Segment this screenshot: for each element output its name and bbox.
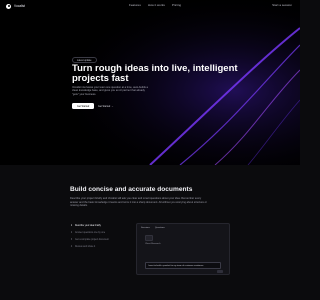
top-nav: Vocalist Features How it works Pricing S… — [0, 0, 300, 12]
step-number: 2 — [70, 231, 73, 234]
nav-link-features[interactable]: Features — [129, 3, 141, 7]
mockup-prompt-input: I want to build a product for my team of… — [145, 262, 221, 269]
mockup-tab-sessions: Sessions — [141, 227, 150, 229]
step-item[interactable]: 1 Describe your idea briefly — [70, 222, 132, 229]
step-number: 3 — [70, 238, 73, 241]
step-item[interactable]: 4 Review and share it — [70, 243, 132, 250]
nav-links: Features How it works Pricing — [129, 3, 181, 7]
step-number: 4 — [70, 245, 73, 248]
step-item[interactable]: 2 Answer questions one by one — [70, 229, 132, 236]
mockup-project-name: Client Research — [145, 243, 161, 245]
step-label: Describe your idea briefly — [75, 224, 101, 227]
hero-section: Vocalist Features How it works Pricing S… — [0, 0, 300, 165]
app-preview-mockup: Sessions Questions Client Research I wan… — [136, 223, 230, 275]
nav-link-how-it-works[interactable]: How it works — [148, 3, 165, 7]
get-started-button[interactable]: Get Started — [72, 103, 95, 109]
arrow-right-icon: → — [111, 104, 114, 108]
logo-icon — [6, 3, 11, 9]
mockup-avatar — [145, 235, 153, 241]
secondary-cta-label: Get Started — [98, 104, 111, 108]
step-item[interactable]: 3 Get a complete project document — [70, 236, 132, 243]
mockup-header: Sessions Questions — [141, 227, 165, 229]
hero-title: Turn rough ideas into live, intelligent … — [72, 63, 238, 84]
steps-list: 1 Describe your idea briefly 2 Answer qu… — [70, 222, 132, 250]
brand[interactable]: Vocalist — [6, 3, 25, 9]
secondary-cta-button[interactable]: Get Started → — [98, 103, 114, 109]
brand-name: Vocalist — [14, 4, 25, 8]
section-title: Build concise and accurate documents — [70, 186, 193, 193]
step-label: Get a complete project document — [75, 238, 109, 241]
hero-description: Vocalist interviews your team one questi… — [72, 86, 148, 96]
step-label: Review and share it — [75, 245, 96, 248]
step-label: Answer questions one by one — [75, 231, 106, 234]
step-number: 1 — [70, 224, 73, 227]
section-description: Describe your project briefly and Vocali… — [70, 197, 207, 208]
nav-link-pricing[interactable]: Pricing — [172, 3, 181, 7]
nav-cta-link[interactable]: Start a session — [272, 3, 292, 7]
mockup-send-button — [217, 270, 223, 273]
mockup-tab-questions: Questions — [154, 227, 165, 229]
